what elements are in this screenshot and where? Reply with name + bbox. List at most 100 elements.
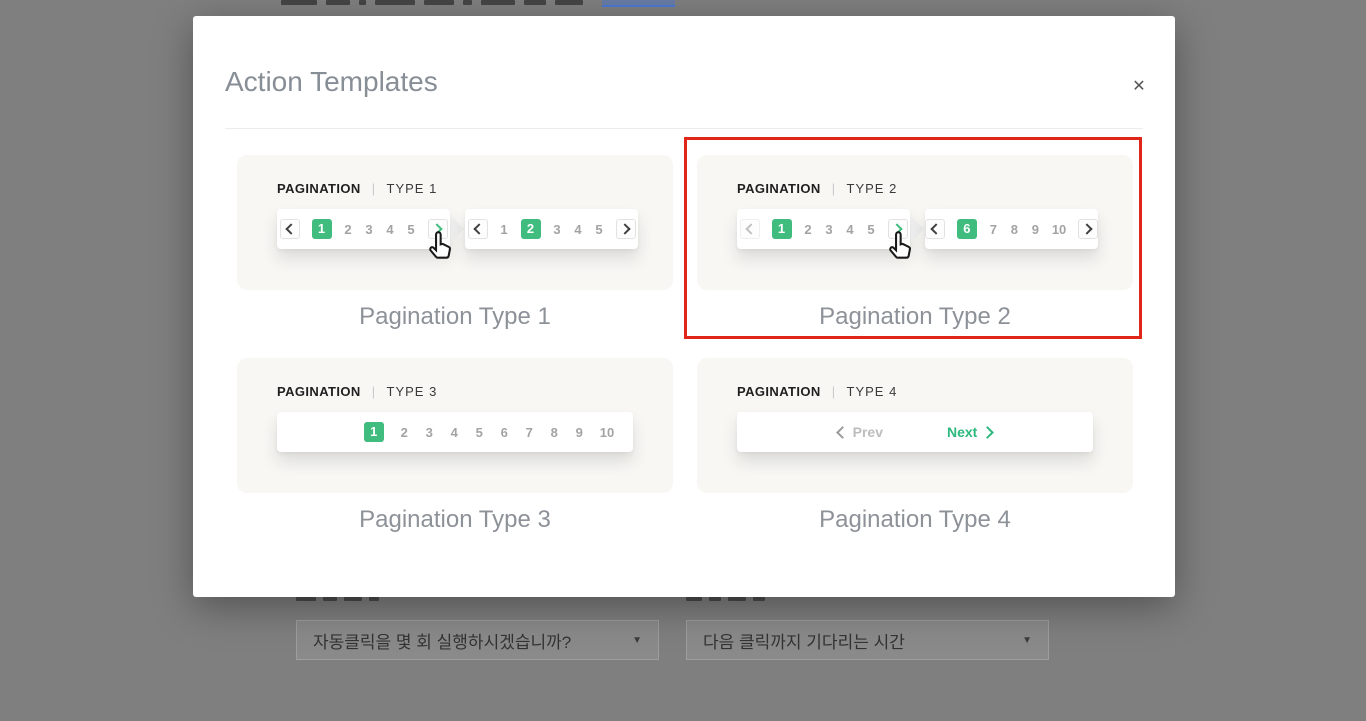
- page-number[interactable]: 4: [386, 222, 395, 237]
- page-number[interactable]: 9: [575, 425, 584, 440]
- next-arrow-button[interactable]: [888, 219, 908, 239]
- background-text-fragment: [481, 0, 515, 5]
- clipped-label-fragment: [296, 597, 379, 601]
- page-number[interactable]: 7: [525, 425, 534, 440]
- card-type-label: TYPE 1: [387, 181, 438, 196]
- click-count-select[interactable]: 자동클릭을 몇 회 실행하시겠습니까? ▼: [296, 620, 659, 660]
- action-templates-modal: Action Templates ✕ PAGINATION | TYPE 1 1…: [193, 16, 1175, 597]
- card-type-label: TYPE 2: [847, 181, 898, 196]
- card-header: PAGINATION | TYPE 2: [697, 155, 1133, 196]
- page-number-active[interactable]: 1: [312, 219, 332, 239]
- template-card-type-3[interactable]: PAGINATION | TYPE 3 1 2 3 4 5 6 7 8 9 10 Paginati…: [237, 358, 673, 535]
- page-number[interactable]: 5: [595, 222, 604, 237]
- prev-arrow-button[interactable]: [280, 219, 300, 239]
- clipped-label-fragment: [686, 597, 765, 601]
- chevron-right-icon: [619, 223, 630, 234]
- page-number-active[interactable]: 1: [364, 422, 384, 442]
- pagination-card[interactable]: PAGINATION | TYPE 2 12345 6789 10: [697, 155, 1133, 290]
- card-caption: Pagination Type 3: [237, 505, 673, 535]
- pagination-bar: 12345: [737, 209, 910, 249]
- page-number-active[interactable]: 6: [957, 219, 977, 239]
- background-link-fragment: [602, 0, 675, 7]
- page-number-active[interactable]: 1: [772, 219, 792, 239]
- close-icon[interactable]: ✕: [1127, 74, 1151, 98]
- card-header: PAGINATION | TYPE 3: [237, 358, 673, 399]
- chevron-left-icon: [285, 223, 296, 234]
- page-number[interactable]: 6: [500, 425, 509, 440]
- prev-arrow-button[interactable]: [925, 219, 945, 239]
- card-caption: Pagination Type 2: [697, 302, 1133, 332]
- pagination-bar: 12345: [465, 209, 638, 249]
- pagination-bar: 1 2 3 4 5 6 7 8 9 10: [277, 412, 633, 452]
- nav-button-label: Next: [947, 424, 977, 440]
- card-header-divider: |: [361, 384, 387, 399]
- chevron-right-icon: [1081, 223, 1092, 234]
- chevron-right-icon: [431, 223, 442, 234]
- chevron-left-icon: [930, 223, 941, 234]
- card-category-label: PAGINATION: [277, 384, 361, 399]
- page-number[interactable]: 5: [407, 222, 416, 237]
- background-text-fragment: [424, 0, 454, 5]
- page-number[interactable]: 10: [600, 425, 614, 440]
- page-number[interactable]: 4: [574, 222, 583, 237]
- page-number[interactable]: 2: [804, 222, 813, 237]
- background-text-fragment: [281, 0, 317, 5]
- chevron-right-icon: [981, 426, 994, 439]
- pagination-card[interactable]: PAGINATION | TYPE 4 Prev Next: [697, 358, 1133, 493]
- background-text-fragment: [326, 0, 350, 5]
- chevron-left-icon: [836, 426, 849, 439]
- modal-title: Action Templates: [225, 66, 438, 98]
- prev-arrow-button[interactable]: [740, 219, 760, 239]
- background-text-fragment: [555, 0, 583, 5]
- page-number[interactable]: 3: [553, 222, 562, 237]
- page-number-active[interactable]: 2: [521, 219, 541, 239]
- page-number[interactable]: 9: [1031, 222, 1040, 237]
- pagination-demo: 1234512345: [277, 209, 673, 249]
- pagination-card[interactable]: PAGINATION | TYPE 3 1 2 3 4 5 6 7 8 9 10: [237, 358, 673, 493]
- next-button[interactable]: Next: [947, 424, 992, 440]
- template-card-type-4[interactable]: PAGINATION | TYPE 4 PrevNext Pagination …: [697, 358, 1133, 535]
- pagination-bar: 6789 10: [925, 209, 1098, 249]
- click-delay-select-value: 다음 클릭까지 기다리는 시간: [703, 628, 905, 653]
- click-delay-select[interactable]: 다음 클릭까지 기다리는 시간 ▼: [686, 620, 1049, 660]
- next-arrow-button[interactable]: [616, 219, 636, 239]
- prev-arrow-button[interactable]: [468, 219, 488, 239]
- card-header-divider: |: [821, 181, 847, 196]
- card-header-divider: |: [821, 384, 847, 399]
- chevron-down-icon: ▼: [632, 635, 642, 646]
- page-number[interactable]: 4: [846, 222, 855, 237]
- page-number[interactable]: 3: [825, 222, 834, 237]
- page-number[interactable]: 7: [989, 222, 998, 237]
- page-number[interactable]: 10: [1052, 222, 1066, 237]
- template-card-type-2[interactable]: PAGINATION | TYPE 2 12345 6789 10 Paginati…: [697, 155, 1133, 332]
- page-number[interactable]: 5: [475, 425, 484, 440]
- page-number[interactable]: 8: [550, 425, 559, 440]
- page-number[interactable]: 8: [1010, 222, 1019, 237]
- card-category-label: PAGINATION: [737, 384, 821, 399]
- pagination-bar: Prev Next: [737, 412, 1093, 452]
- page-number[interactable]: 4: [450, 425, 459, 440]
- chevron-left-icon: [745, 223, 756, 234]
- page-number[interactable]: 3: [365, 222, 374, 237]
- card-type-label: TYPE 3: [387, 384, 438, 399]
- card-category-label: PAGINATION: [277, 181, 361, 196]
- click-count-select-value: 자동클릭을 몇 회 실행하시겠습니까?: [313, 628, 571, 653]
- template-card-type-1[interactable]: PAGINATION | TYPE 1 1234512345 Paginatio…: [237, 155, 673, 332]
- next-arrow-button[interactable]: [1078, 219, 1098, 239]
- page-number[interactable]: 5: [867, 222, 876, 237]
- pagination-card[interactable]: PAGINATION | TYPE 1 1234512345: [237, 155, 673, 290]
- page-number[interactable]: 2: [344, 222, 353, 237]
- header-divider: [225, 128, 1143, 129]
- background-text-fragment: [524, 0, 546, 5]
- card-type-label: TYPE 4: [847, 384, 898, 399]
- background-text-fragment: [463, 0, 472, 5]
- page-number[interactable]: 2: [400, 425, 409, 440]
- next-arrow-button[interactable]: [428, 219, 448, 239]
- card-header: PAGINATION | TYPE 1: [237, 155, 673, 196]
- background-text-fragment: [359, 0, 366, 5]
- page-number[interactable]: 3: [425, 425, 434, 440]
- prev-button[interactable]: Prev: [838, 424, 883, 440]
- chevron-down-icon: ▼: [1022, 635, 1032, 646]
- page-number[interactable]: 1: [500, 222, 509, 237]
- chevron-left-icon: [473, 223, 484, 234]
